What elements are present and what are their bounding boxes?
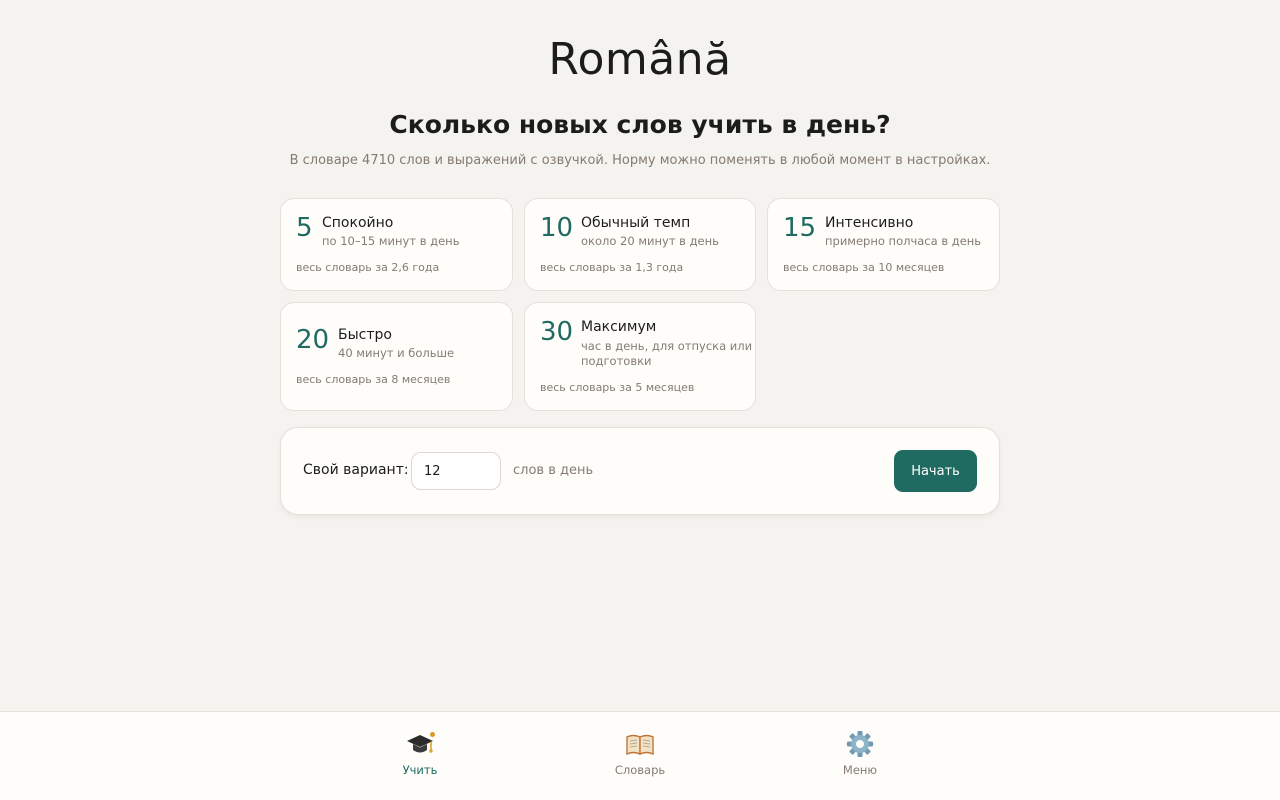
start-button[interactable]: Начать [894, 450, 977, 492]
plan-description: 40 минут и больше [338, 346, 455, 360]
custom-plan-panel: Свой вариант: слов в день Начать [280, 427, 1000, 515]
bottom-nav: Учить Словарь Меню [0, 711, 1280, 800]
plan-description: около 20 минут в день [581, 234, 719, 248]
nav-label-dictionary: Словарь [614, 763, 666, 777]
plan-estimate: весь словарь за 1,3 года [540, 261, 684, 274]
graduation-cap-icon [405, 730, 435, 758]
plan-estimate: весь словарь за 10 месяцев [783, 261, 945, 274]
page-subtitle: В словаре 4710 слов и выражений с озвучк… [289, 153, 991, 168]
plan-estimate: весь словарь за 5 месяцев [540, 381, 695, 394]
plan-card-fast[interactable]: 20 Быстро 40 минут и больше весь словарь… [280, 302, 513, 411]
words-per-day-input[interactable] [411, 452, 501, 490]
nav-item-learn[interactable]: Учить [370, 730, 470, 777]
plan-description-line1: час в день, для отпуска или [581, 339, 753, 353]
page-question: Сколько новых слов учить в день? [389, 110, 891, 139]
nav-label-learn: Учить [402, 763, 438, 777]
plan-estimate: весь словарь за 2,6 года [296, 261, 440, 274]
plan-card-intensive[interactable]: 15 Интенсивно примерно полчаса в день ве… [767, 198, 1000, 291]
nav-item-dictionary[interactable]: Словарь [590, 730, 690, 777]
custom-plan-label: Свой вариант: [303, 462, 409, 478]
plan-number: 5 [296, 213, 313, 243]
plan-name: Быстро [338, 327, 392, 343]
plan-number: 10 [540, 213, 574, 243]
plan-name: Интенсивно [825, 215, 914, 231]
plan-card-maximum[interactable]: 30 Максимум час в день, для отпуска или … [524, 302, 756, 411]
plan-number: 20 [296, 325, 330, 355]
plan-number: 30 [540, 317, 574, 347]
plan-name: Максимум [581, 319, 657, 335]
plan-name: Спокойно [322, 215, 394, 231]
plan-description-line2: подготовки [581, 354, 652, 368]
nav-item-menu[interactable]: Меню [810, 730, 910, 777]
plan-estimate: весь словарь за 8 месяцев [296, 373, 451, 386]
plan-card-normal[interactable]: 10 Обычный темп около 20 минут в день ве… [524, 198, 756, 291]
plan-description: примерно полчаса в день [825, 234, 982, 248]
nav-label-menu: Меню [842, 763, 878, 777]
plan-name: Обычный темп [581, 215, 691, 231]
notification-dot [430, 732, 435, 737]
gear-icon [845, 730, 875, 758]
open-book-icon [625, 730, 655, 758]
plan-number: 15 [783, 213, 817, 243]
custom-plan-unit: слов в день [513, 463, 594, 478]
plan-description: по 10–15 минут в день [322, 234, 460, 248]
app-title: Română [548, 34, 732, 85]
plan-card-calm[interactable]: 5 Спокойно по 10–15 минут в день весь сл… [280, 198, 513, 291]
